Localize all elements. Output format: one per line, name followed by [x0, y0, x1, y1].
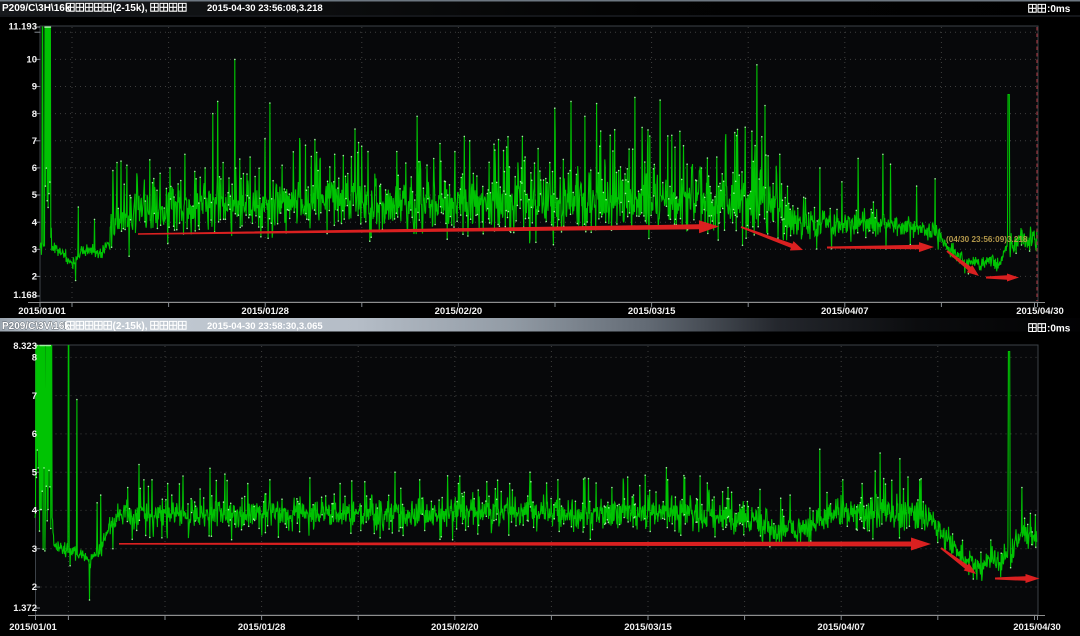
svg-text:9: 9: [32, 82, 37, 93]
svg-text:1.372: 1.372: [13, 603, 37, 614]
svg-text:(2-15k),: (2-15k),: [113, 3, 148, 14]
svg-text:7: 7: [32, 136, 37, 147]
svg-text:8: 8: [32, 109, 37, 120]
svg-text:8: 8: [32, 353, 37, 364]
svg-text:4: 4: [32, 217, 38, 228]
svg-text:(04/30 23:56:09)3.218: (04/30 23:56:09)3.218: [946, 235, 1028, 244]
svg-text:3: 3: [32, 245, 37, 256]
svg-text:P209/C\3H\16k: P209/C\3H\16k: [2, 3, 71, 14]
svg-text:2015/01/28: 2015/01/28: [238, 622, 286, 633]
svg-text:2015/03/15: 2015/03/15: [628, 306, 676, 317]
svg-text:2015/02/20: 2015/02/20: [431, 622, 479, 633]
svg-text:6: 6: [32, 163, 37, 174]
svg-text:2015-04-30 23:58:30,3.065: 2015-04-30 23:58:30,3.065: [207, 321, 323, 332]
svg-text:5: 5: [32, 467, 38, 478]
svg-text:3: 3: [32, 544, 37, 555]
svg-text:2015/01/01: 2015/01/01: [18, 306, 66, 317]
svg-text:5: 5: [32, 190, 38, 201]
svg-text:2: 2: [32, 582, 37, 593]
svg-text:P209/C\3V\16k: P209/C\3V\16k: [2, 321, 70, 332]
svg-text:2015/04/07: 2015/04/07: [817, 622, 865, 633]
svg-text:7: 7: [32, 391, 37, 402]
svg-text:1.168: 1.168: [13, 290, 37, 301]
svg-text::0ms: :0ms: [1047, 324, 1071, 335]
svg-text::0ms: :0ms: [1047, 4, 1071, 15]
svg-text:2015/04/07: 2015/04/07: [821, 306, 869, 317]
svg-text:11.193: 11.193: [8, 22, 37, 33]
svg-text:2: 2: [32, 272, 37, 283]
svg-text:2015/02/20: 2015/02/20: [435, 306, 483, 317]
svg-text:4: 4: [32, 506, 38, 517]
svg-text:2015-04-30 23:56:08,3.218: 2015-04-30 23:56:08,3.218: [207, 3, 323, 14]
svg-text:2015/03/15: 2015/03/15: [624, 622, 672, 633]
svg-text:2015/04/30: 2015/04/30: [1016, 306, 1064, 317]
svg-text:2015/01/28: 2015/01/28: [241, 306, 289, 317]
svg-text:6: 6: [32, 429, 37, 440]
svg-text:8.323: 8.323: [13, 341, 37, 352]
svg-text:(2-15k),: (2-15k),: [113, 321, 148, 332]
svg-text:10: 10: [26, 55, 37, 66]
svg-text:2015/01/01: 2015/01/01: [9, 622, 57, 633]
svg-text:2015/04/30: 2015/04/30: [1013, 622, 1061, 633]
